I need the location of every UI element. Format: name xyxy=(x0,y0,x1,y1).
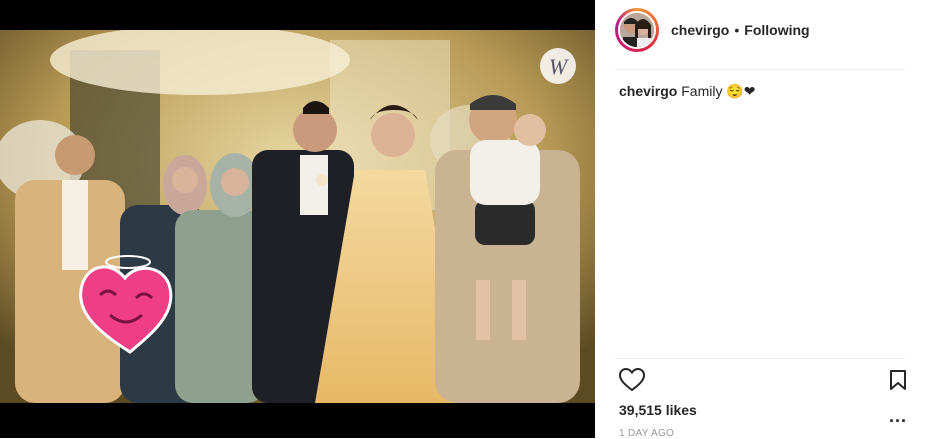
post-photo: W xyxy=(0,30,595,403)
actions-divider xyxy=(615,358,905,359)
bookmark-icon[interactable] xyxy=(889,369,907,396)
likes-count[interactable]: 39,515 likes xyxy=(619,402,697,418)
separator-dot: • xyxy=(734,22,740,38)
post-media[interactable]: W xyxy=(0,0,595,438)
post-timestamp[interactable]: 1 DAY AGO xyxy=(619,428,674,439)
watermark-letter: W xyxy=(549,54,569,79)
avatar[interactable] xyxy=(615,8,659,52)
post-actions xyxy=(618,367,909,397)
more-options-icon[interactable]: ... xyxy=(889,406,907,427)
caption-text: Family 😌❤ xyxy=(681,83,756,99)
post-caption: chevirgo Family 😌❤ xyxy=(619,82,756,100)
following-button[interactable]: Following xyxy=(744,22,809,38)
heart-outline-icon[interactable] xyxy=(618,367,646,397)
post-sidebar: chevirgo • Following chevirgo Family 😌❤ … xyxy=(595,0,925,439)
username-link[interactable]: chevirgo xyxy=(671,22,729,38)
header-divider xyxy=(615,69,905,70)
post-header: chevirgo • Following xyxy=(615,6,905,54)
avatar-image xyxy=(618,11,656,49)
caption-username-link[interactable]: chevirgo xyxy=(619,83,677,99)
